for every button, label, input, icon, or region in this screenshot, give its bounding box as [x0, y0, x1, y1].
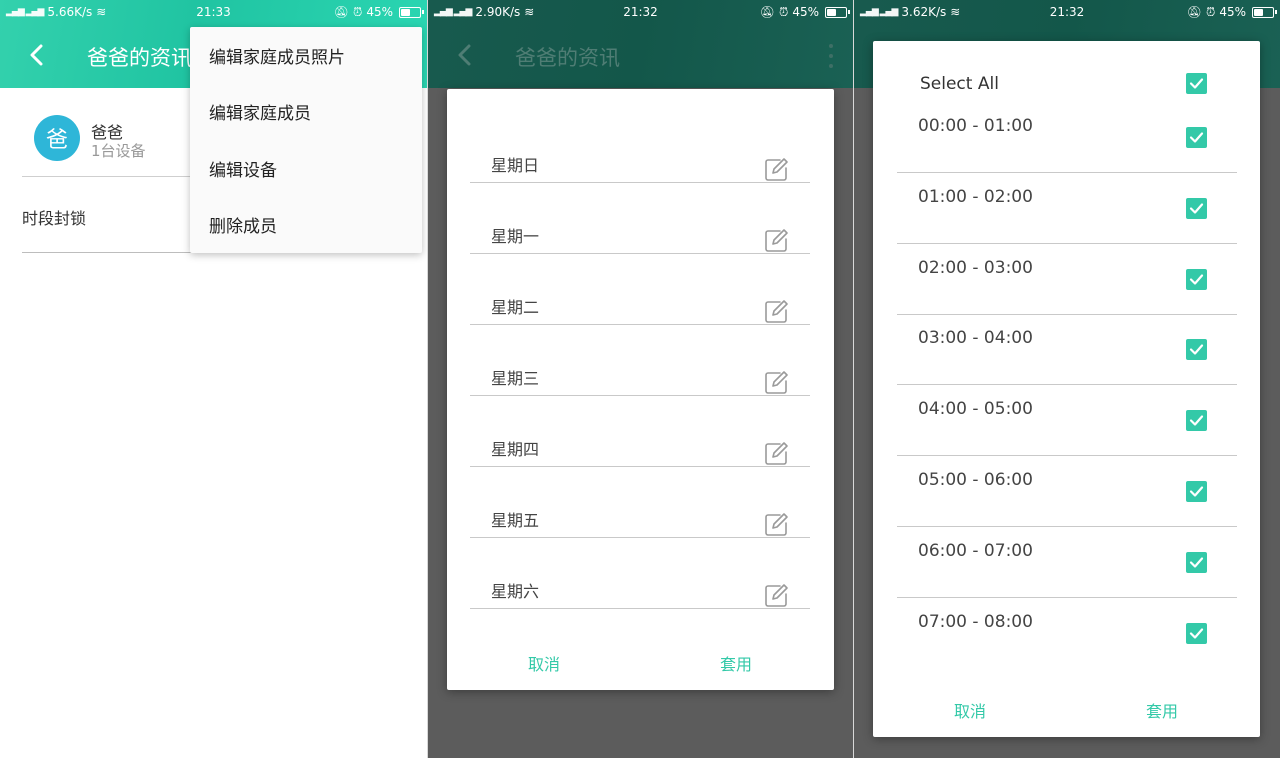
overflow-menu: 编辑家庭成员照片 编辑家庭成员 编辑设备 删除成员: [190, 27, 422, 253]
app-bar: ▂▄▆ ▂▄▆ 2.90K/s ≋ 21:32 🔕︎ ⏰︎ 45% 爸爸的资讯: [428, 0, 853, 88]
day-label: 星期日: [491, 156, 540, 175]
wifi-icon: ≋: [524, 5, 535, 19]
battery-icon: [399, 6, 424, 18]
member-device-count: 1台设备: [91, 142, 146, 160]
hour-label: 01:00 - 02:00: [918, 186, 1033, 207]
select-all-label: Select All: [920, 74, 999, 94]
network-speed: 3.62K/s: [901, 5, 947, 19]
checkbox-checked-icon[interactable]: [1186, 268, 1207, 290]
status-bar: ▂▄▆ ▂▄▆ 3.62K/s ≋ 21:32 🔕︎ ⏰︎ 45%: [854, 0, 1280, 24]
day-label: 星期一: [491, 227, 540, 246]
back-arrow-icon[interactable]: [22, 40, 50, 70]
more-vertical-icon[interactable]: [827, 44, 835, 68]
select-all-checkbox-icon[interactable]: [1186, 73, 1207, 94]
wifi-icon: ≋: [96, 5, 107, 19]
avatar: 爸: [34, 115, 80, 161]
edit-icon[interactable]: [762, 369, 790, 397]
edit-icon[interactable]: [762, 511, 790, 539]
hour-picker-dialog: Select All 00:00 - 01:00 01:00 - 02:00 02:…: [873, 41, 1260, 737]
hour-label: 05:00 - 06:00: [918, 470, 1033, 490]
hour-row[interactable]: 01:00 - 02:00: [897, 173, 1237, 244]
day-row[interactable]: 星期一: [470, 183, 810, 254]
edit-icon[interactable]: [762, 298, 790, 326]
checkbox-checked-icon[interactable]: [1186, 551, 1207, 573]
hour-label: 03:00 - 04:00: [918, 328, 1033, 349]
day-label: 星期三: [491, 369, 540, 388]
day-row[interactable]: 星期二: [470, 254, 810, 325]
mute-icon: 🔕︎: [333, 5, 349, 19]
alarm-icon: ⏰︎: [352, 4, 363, 19]
hour-row[interactable]: 07:00 - 08:00: [897, 598, 1237, 669]
edit-icon[interactable]: [762, 440, 790, 468]
edit-icon[interactable]: [762, 582, 790, 610]
hour-row[interactable]: 06:00 - 07:00: [897, 527, 1237, 598]
mute-icon: 🔕︎: [759, 5, 775, 19]
cancel-button[interactable]: 取消: [528, 651, 560, 675]
signal-icon: ▂▄▆ ▂▄▆: [860, 7, 898, 17]
edit-icon[interactable]: [762, 227, 790, 255]
hour-row[interactable]: 03:00 - 04:00: [897, 314, 1237, 386]
day-row[interactable]: 星期四: [470, 396, 810, 467]
page-title: 爸爸的资讯: [87, 46, 192, 70]
day-row[interactable]: 星期六: [470, 538, 810, 609]
checkbox-checked-icon[interactable]: [1186, 127, 1207, 148]
battery-level: [401, 8, 410, 16]
battery-icon: [1252, 6, 1277, 18]
battery-level: [827, 8, 836, 16]
hour-label: 04:00 - 05:00: [918, 399, 1033, 420]
status-bar: ▂▄▆ ▂▄▆ 2.90K/s ≋ 21:32 🔕︎ ⏰︎ 45%: [428, 0, 853, 24]
network-speed: 2.90K/s: [475, 5, 521, 19]
status-bar: ▂▄▆ ▂▄▆ 5.66K/s ≋ 21:33 🔕︎ ⏰︎ 45%: [0, 0, 427, 24]
battery-icon: [825, 6, 850, 18]
hour-label: 06:00 - 07:00: [918, 540, 1033, 561]
wifi-icon: ≋: [950, 5, 961, 19]
network-speed: 5.66K/s: [47, 5, 93, 19]
cancel-button[interactable]: 取消: [954, 698, 986, 722]
menu-item-edit-photo[interactable]: 编辑家庭成员照片: [190, 27, 422, 84]
battery-percent: 45%: [366, 5, 393, 19]
hour-row[interactable]: 05:00 - 06:00: [897, 456, 1237, 527]
hour-label: 00:00 - 01:00: [918, 116, 1033, 136]
hour-row[interactable]: 04:00 - 05:00: [897, 385, 1237, 457]
edit-icon[interactable]: [762, 156, 790, 184]
checkbox-checked-icon[interactable]: [1186, 339, 1207, 361]
day-row[interactable]: 星期五: [470, 467, 810, 538]
mute-icon: 🔕︎: [1186, 5, 1202, 19]
screen-day-picker: ▂▄▆ ▂▄▆ 2.90K/s ≋ 21:32 🔕︎ ⏰︎ 45% 爸爸的资讯 …: [428, 0, 853, 758]
menu-item-edit-device[interactable]: 编辑设备: [190, 140, 422, 197]
battery-percent: 45%: [1219, 5, 1246, 19]
page-title: 爸爸的资讯: [515, 46, 620, 70]
alarm-icon: ⏰︎: [778, 4, 789, 19]
day-label: 星期二: [491, 298, 540, 317]
screen-hour-picker: ▂▄▆ ▂▄▆ 3.62K/s ≋ 21:32 🔕︎ ⏰︎ 45% Select…: [854, 0, 1280, 758]
day-picker-dialog: 星期日星期一星期二星期三星期四星期五星期六 取消 套用: [447, 89, 834, 690]
menu-item-edit-member[interactable]: 编辑家庭成员: [190, 84, 422, 141]
day-label: 星期五: [491, 511, 540, 530]
hour-label: 07:00 - 08:00: [918, 611, 1033, 632]
checkbox-checked-icon[interactable]: [1186, 197, 1207, 219]
signal-icon: ▂▄▆ ▂▄▆: [6, 7, 44, 17]
apply-button[interactable]: 套用: [1146, 698, 1178, 722]
menu-item-delete-member[interactable]: 删除成员: [190, 197, 422, 254]
day-row[interactable]: 星期三: [470, 325, 810, 396]
checkbox-checked-icon[interactable]: [1186, 410, 1207, 432]
checkbox-checked-icon[interactable]: [1186, 481, 1207, 502]
day-label: 星期四: [491, 440, 540, 459]
day-row[interactable]: 星期日: [470, 112, 810, 183]
schedule-block-item[interactable]: 时段封锁: [22, 205, 86, 229]
hour-label: 02:00 - 03:00: [918, 257, 1033, 278]
apply-button[interactable]: 套用: [720, 651, 752, 675]
back-arrow-icon[interactable]: [450, 40, 478, 70]
day-label: 星期六: [491, 582, 540, 601]
battery-level: [1254, 8, 1263, 16]
checkbox-checked-icon[interactable]: [1186, 622, 1207, 644]
alarm-icon: ⏰︎: [1205, 4, 1216, 19]
screen-member-menu: ▂▄▆ ▂▄▆ 5.66K/s ≋ 21:33 🔕︎ ⏰︎ 45% 爸爸的资讯 …: [0, 0, 427, 758]
hour-row[interactable]: 00:00 - 01:00: [897, 102, 1237, 173]
battery-percent: 45%: [792, 5, 819, 19]
signal-icon: ▂▄▆ ▂▄▆: [434, 7, 472, 17]
hour-row[interactable]: 02:00 - 03:00: [897, 244, 1237, 315]
